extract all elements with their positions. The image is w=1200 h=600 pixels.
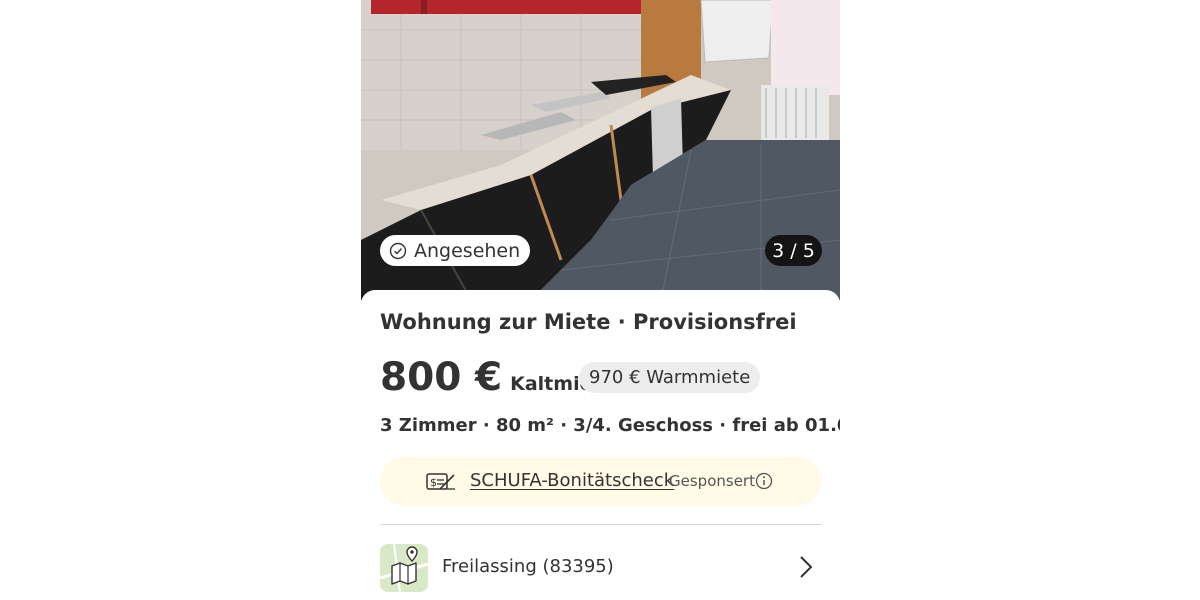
schufa-banner[interactable]: $ SCHUFA-Bonitätscheck Gesponsert: [380, 457, 821, 506]
cold-rent-price: 800 €: [380, 355, 503, 400]
map-pin-icon: [380, 544, 428, 592]
listing-card: Angesehen 3 / 5 Wohnung zur Miete · Prov…: [361, 0, 840, 600]
seen-label: Angesehen: [414, 239, 521, 262]
chevron-right-icon[interactable]: [798, 555, 814, 579]
divider: [380, 524, 821, 525]
svg-text:$: $: [430, 476, 437, 489]
listing-photo[interactable]: Angesehen 3 / 5: [361, 0, 840, 300]
check-circle-icon: [389, 242, 407, 259]
listing-title: Wohnung zur Miete · Provisionsfrei: [380, 310, 797, 334]
info-icon[interactable]: [755, 472, 773, 490]
map-thumbnail[interactable]: [380, 544, 428, 592]
seen-badge: Angesehen: [380, 235, 531, 266]
listing-details: Wohnung zur Miete · Provisionsfrei 800 €…: [361, 290, 840, 600]
location-label[interactable]: Freilassing (83395): [442, 556, 614, 577]
schufa-link[interactable]: SCHUFA-Bonitätscheck: [470, 470, 674, 491]
money-document-icon: $: [426, 473, 455, 490]
sponsored-label: Gesponsert: [669, 472, 755, 490]
listing-facts: 3 Zimmer · 80 m² · 3/4. Geschoss · frei …: [380, 415, 840, 436]
warm-rent-badge: 970 € Warmmiete: [579, 362, 761, 393]
image-counter: 3 / 5: [765, 235, 822, 266]
